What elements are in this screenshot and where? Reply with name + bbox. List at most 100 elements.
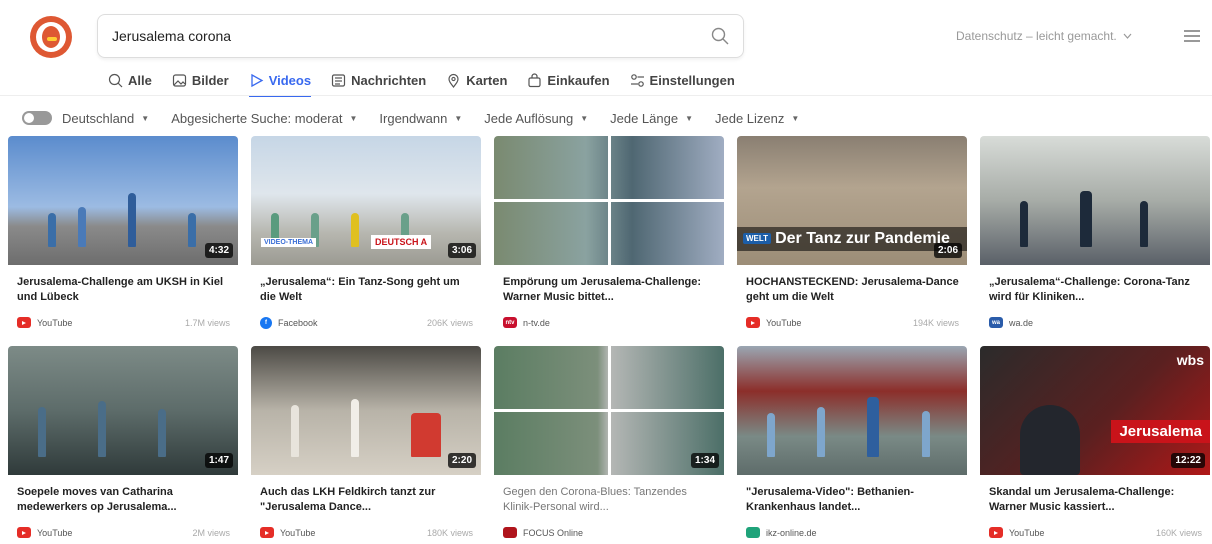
- filter-time[interactable]: Irgendwann ▼: [379, 111, 462, 126]
- duckduckgo-logo[interactable]: [30, 16, 72, 58]
- tab-bilder[interactable]: Bilder: [172, 69, 229, 91]
- thumbnail-figure: [1140, 201, 1148, 247]
- tab-einstellungen[interactable]: Einstellungen: [630, 69, 735, 91]
- chevron-down-icon: [1123, 33, 1132, 39]
- tab-label: Bilder: [191, 72, 229, 88]
- caret-down-icon: ▼: [580, 113, 589, 123]
- video-thumbnail[interactable]: 2:20: [251, 346, 481, 475]
- video-card[interactable]: wbs Jerusalema 12:22 Skandal um Jerusale…: [980, 346, 1210, 544]
- video-title[interactable]: "Jerusalema-Video": Bethanien-Krankenhau…: [737, 475, 967, 519]
- privacy-label: Datenschutz – leicht gemacht.: [956, 29, 1117, 43]
- thumbnail-figure: [128, 193, 136, 247]
- video-meta: f Facebook 206K views: [260, 317, 473, 329]
- tab-einkaufen[interactable]: Einkaufen: [527, 69, 610, 91]
- video-card[interactable]: 4:32 Jerusalema-Challenge am UKSH in Kie…: [8, 136, 238, 336]
- region-toggle[interactable]: [22, 111, 52, 125]
- video-card[interactable]: "Jerusalema-Video": Bethanien-Krankenhau…: [737, 346, 967, 544]
- privacy-dropdown[interactable]: Datenschutz – leicht gemacht.: [956, 29, 1132, 43]
- video-title[interactable]: „Jerusalema“: Ein Tanz-Song geht um die …: [251, 265, 481, 309]
- search-input[interactable]: [98, 16, 698, 56]
- youtube-icon: [746, 317, 760, 328]
- search-type-tabs: Alle Bilder Videos Nachrichten Karten Ei…: [108, 69, 755, 97]
- video-meta: wa wa.de: [989, 317, 1202, 328]
- filter-license[interactable]: Jede Lizenz ▼: [715, 111, 799, 126]
- video-title[interactable]: Soepele moves van Catharina medewerkers …: [8, 475, 238, 519]
- image-icon: [172, 73, 186, 87]
- video-meta: FOCUS Online: [503, 527, 716, 538]
- video-title[interactable]: Gegen den Corona-Blues: Tanzendes Klinik…: [494, 475, 724, 519]
- video-duration: 2:20: [447, 453, 476, 468]
- video-title[interactable]: Empörung um Jerusalema-Challenge: Warner…: [494, 265, 724, 309]
- caret-down-icon: ▼: [791, 113, 800, 123]
- map-pin-icon: [448, 73, 459, 88]
- video-thumbnail[interactable]: [980, 136, 1210, 265]
- video-thumbnail[interactable]: VIDEO-THEMA DEUTSCH A 3:06: [251, 136, 481, 265]
- thumbnail-figure: [1080, 191, 1092, 247]
- video-meta: YouTube 160K views: [989, 527, 1202, 538]
- video-thumbnail[interactable]: 1:47: [8, 346, 238, 475]
- video-thumbnail[interactable]: WELT Der Tanz zur Pandemie 2:06: [737, 136, 967, 265]
- filter-safe-search[interactable]: Abgesicherte Suche: moderat ▼: [171, 111, 357, 126]
- video-card[interactable]: Empörung um Jerusalema-Challenge: Warner…: [494, 136, 724, 336]
- video-duration: 12:22: [1171, 453, 1205, 468]
- focus-online-icon: [503, 527, 517, 538]
- settings-icon: [630, 73, 644, 87]
- filter-label: Jede Auflösung: [484, 110, 574, 126]
- video-title[interactable]: HOCHANSTECKEND: Jerusalema-Dance geht um…: [737, 265, 967, 309]
- video-duration: 1:47: [204, 453, 233, 468]
- thumbnail-figure: [188, 213, 196, 247]
- tab-label: Einstellungen: [649, 72, 735, 88]
- video-results-grid: 4:32 Jerusalema-Challenge am UKSH in Kie…: [8, 136, 1210, 544]
- video-title[interactable]: Auch das LKH Feldkirch tanzt zur "Jerusa…: [251, 475, 481, 519]
- filter-bar: Deutschland ▼ Abgesicherte Suche: moderat…: [22, 108, 821, 128]
- tab-nachrichten[interactable]: Nachrichten: [331, 69, 426, 91]
- video-source: ikz-online.de: [766, 527, 817, 538]
- video-thumbnail[interactable]: wbs Jerusalema 12:22: [980, 346, 1210, 475]
- youtube-icon: [17, 317, 31, 328]
- video-source: FOCUS Online: [523, 527, 584, 538]
- search-box: [97, 14, 744, 58]
- search-icon[interactable]: [711, 27, 729, 45]
- newspaper-icon: [331, 73, 346, 87]
- collage-divider: [494, 409, 724, 412]
- video-thumbnail[interactable]: 4:32: [8, 136, 238, 265]
- video-thumbnail[interactable]: [737, 346, 967, 475]
- video-views: 194K views: [912, 317, 959, 328]
- video-title[interactable]: „Jerusalema“-Challenge: Corona-Tanz wird…: [980, 265, 1210, 309]
- video-source: YouTube: [37, 317, 73, 328]
- hamburger-menu-icon[interactable]: [1184, 30, 1200, 42]
- overlay-text: Der Tanz zur Pandemie: [775, 230, 950, 247]
- thumbnail-figure: [98, 401, 106, 457]
- video-views: 206K views: [426, 318, 473, 328]
- video-card[interactable]: WELT Der Tanz zur Pandemie 2:06 HOCHANSTE…: [737, 136, 967, 336]
- video-thumbnail[interactable]: [494, 136, 724, 265]
- thumbnail-figure: [922, 411, 930, 457]
- video-card[interactable]: 1:47 Soepele moves van Catharina medewer…: [8, 346, 238, 544]
- wa-icon: wa: [989, 317, 1003, 328]
- video-card[interactable]: 1:34 Gegen den Corona-Blues: Tanzendes K…: [494, 346, 724, 544]
- tab-karten[interactable]: Karten: [446, 69, 507, 91]
- tabs-divider: [0, 95, 1212, 96]
- video-thema-label: VIDEO-THEMA: [261, 238, 316, 247]
- filter-label: Irgendwann: [379, 110, 448, 126]
- video-duration: 2:06: [933, 243, 962, 258]
- video-views: 160K views: [1155, 527, 1202, 538]
- filter-region[interactable]: Deutschland ▼: [62, 111, 149, 126]
- video-card[interactable]: VIDEO-THEMA DEUTSCH A 3:06 „Jerusalema“:…: [251, 136, 481, 336]
- video-title[interactable]: Skandal um Jerusalema-Challenge: Warner …: [980, 475, 1210, 519]
- filter-resolution[interactable]: Jede Auflösung ▼: [484, 111, 588, 126]
- thumbnail-figure: [867, 397, 879, 457]
- facebook-icon: f: [260, 317, 272, 329]
- video-card[interactable]: „Jerusalema“-Challenge: Corona-Tanz wird…: [980, 136, 1210, 336]
- filter-label: Deutschland: [62, 110, 135, 126]
- tab-label: Alle: [128, 72, 152, 88]
- thumbnail-figure: [48, 213, 56, 247]
- tab-alle[interactable]: Alle: [108, 69, 152, 91]
- video-title[interactable]: Jerusalema-Challenge am UKSH in Kiel und…: [8, 265, 238, 309]
- filter-length[interactable]: Jede Länge ▼: [610, 111, 693, 126]
- video-card[interactable]: 2:20 Auch das LKH Feldkirch tanzt zur "J…: [251, 346, 481, 544]
- caret-down-icon: ▼: [349, 113, 358, 123]
- tab-label: Karten: [466, 72, 508, 88]
- tab-videos[interactable]: Videos: [248, 69, 312, 97]
- video-thumbnail[interactable]: 1:34: [494, 346, 724, 475]
